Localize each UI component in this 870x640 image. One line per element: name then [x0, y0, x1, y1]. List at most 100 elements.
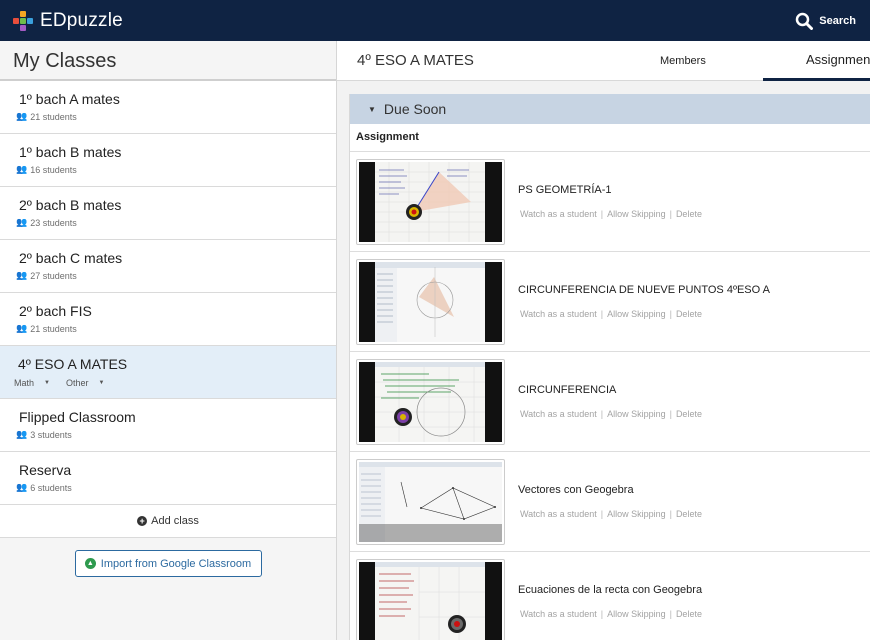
allow-skipping-link[interactable]: Allow Skipping [607, 309, 666, 319]
assignment-title[interactable]: CIRCUNFERENCIA [518, 384, 702, 396]
delete-link[interactable]: Delete [676, 509, 702, 519]
users-icon: 👥 [16, 164, 28, 174]
assignment-row: CIRCUNFERENCIA DE NUEVE PUNTOS 4ºESO A W… [350, 252, 870, 352]
allow-skipping-link[interactable]: Allow Skipping [607, 609, 666, 619]
class-name: 1º bach A mates [19, 91, 120, 107]
watch-as-student-link[interactable]: Watch as a student [520, 509, 597, 519]
plus-circle-icon: + [137, 516, 148, 526]
student-count: 👥 6 students [16, 482, 72, 493]
tab-members[interactable]: Members [660, 41, 706, 81]
search-label: Search [819, 14, 856, 27]
page-title: 4º ESO A MATES [357, 52, 474, 69]
search-icon [795, 12, 814, 30]
import-wrapper: ▲ Import from Google Classroom [0, 538, 336, 577]
class-name: 4º ESO A MATES [18, 356, 128, 372]
allow-skipping-link[interactable]: Allow Skipping [607, 509, 666, 519]
class-item[interactable]: Flipped Classroom 👥 3 students [0, 399, 336, 452]
assignment-info: Vectores con Geogebra Watch as a student… [518, 484, 702, 519]
video-thumbnail[interactable] [356, 158, 505, 245]
video-thumbnail[interactable] [356, 358, 505, 445]
thumbnail-image [359, 261, 502, 342]
assignment-actions: Watch as a student | Allow Skipping | Dele… [520, 209, 702, 219]
delete-link[interactable]: Delete [676, 609, 702, 619]
watch-as-student-link[interactable]: Watch as a student [520, 309, 597, 319]
assignment-title[interactable]: PS GEOMETRÍA-1 [518, 184, 702, 196]
class-tags: Math ▼ Other ▼ [14, 378, 336, 388]
sidebar: My Classes 1º bach A mates 👥 21 students … [0, 41, 337, 640]
add-class-button[interactable]: + Add class [0, 505, 336, 538]
watch-as-student-link[interactable]: Watch as a student [520, 409, 597, 419]
assignment-actions: Watch as a student | Allow Skipping | Dele… [520, 509, 702, 519]
import-label: Import from Google Classroom [100, 557, 252, 570]
thumbnail-image [359, 561, 502, 640]
assignment-title[interactable]: Ecuaciones de la recta con Geogebra [518, 584, 702, 596]
add-class-label: Add class [151, 515, 199, 527]
class-name: 1º bach B mates [19, 144, 122, 160]
class-item[interactable]: 2º bach B mates 👥 23 students [0, 187, 336, 240]
assignment-title[interactable]: CIRCUNFERENCIA DE NUEVE PUNTOS 4ºESO A [518, 284, 770, 296]
class-name: Reserva [19, 462, 72, 478]
search-button[interactable]: Search [795, 12, 856, 30]
student-count: 👥 21 students [16, 323, 77, 334]
users-icon: 👥 [16, 111, 28, 121]
student-count: 👥 3 students [16, 429, 72, 440]
users-icon: 👥 [16, 270, 28, 280]
users-icon: 👥 [16, 482, 28, 492]
class-item-active[interactable]: 4º ESO A MATES Math ▼ Other ▼ [0, 346, 336, 399]
brand[interactable]: EDpuzzle [12, 10, 123, 32]
delete-link[interactable]: Delete [676, 209, 702, 219]
import-google-classroom-button[interactable]: ▲ Import from Google Classroom [74, 550, 262, 577]
due-soon-section-toggle[interactable]: ▼ Due Soon [350, 94, 870, 124]
allow-skipping-link[interactable]: Allow Skipping [607, 209, 666, 219]
users-icon: 👥 [16, 323, 28, 333]
assignment-title[interactable]: Vectores con Geogebra [518, 484, 702, 496]
class-item[interactable]: 1º bach B mates 👥 16 students [0, 134, 336, 187]
assignment-actions: Watch as a student | Allow Skipping | Dele… [520, 309, 702, 319]
assignments-panel: ▼ Due Soon Assignment PS GEOMETRÍA-1 Wat… [349, 94, 870, 640]
column-header: Assignment [350, 124, 870, 152]
video-thumbnail[interactable] [356, 258, 505, 345]
thumbnail-image [359, 161, 502, 242]
class-name: 2º bach C mates [19, 250, 123, 266]
caret-down-icon: ▼ [98, 380, 105, 386]
users-icon: 👥 [16, 429, 28, 439]
class-name: 2º bach B mates [19, 197, 122, 213]
student-count: 👥 21 students [16, 111, 77, 122]
triangle-down-icon: ▼ [368, 104, 376, 114]
caret-down-icon: ▼ [44, 380, 50, 386]
student-count: 👥 16 students [16, 164, 77, 175]
student-count: 👥 27 students [16, 270, 77, 281]
assignment-info: PS GEOMETRÍA-1 Watch as a student | Allow… [518, 184, 702, 219]
section-title: Due Soon [383, 101, 447, 117]
subject-dropdown[interactable]: Math ▼ [14, 378, 50, 388]
delete-link[interactable]: Delete [676, 309, 702, 319]
assignment-row: Ecuaciones de la recta con Geogebra Watc… [350, 552, 870, 640]
watch-as-student-link[interactable]: Watch as a student [520, 609, 597, 619]
main-panel: 4º ESO A MATES Members Assignments ▼ Due… [337, 41, 870, 640]
assignment-info: Ecuaciones de la recta con Geogebra Watc… [518, 584, 702, 619]
thumbnail-image [359, 361, 502, 442]
tab-assignments[interactable]: Assignments [763, 41, 870, 81]
video-thumbnail[interactable] [356, 458, 505, 545]
assignment-actions: Watch as a student | Allow Skipping | Dele… [520, 609, 702, 619]
class-name: Flipped Classroom [19, 409, 136, 425]
video-thumbnail[interactable] [356, 558, 505, 640]
delete-link[interactable]: Delete [676, 409, 702, 419]
edpuzzle-logo-icon [12, 10, 34, 32]
class-item[interactable]: 2º bach C mates 👥 27 students [0, 240, 336, 293]
top-navbar: EDpuzzle Search [0, 0, 870, 41]
grade-dropdown[interactable]: Other ▼ [66, 378, 104, 388]
class-list: 1º bach A mates 👥 21 students 1º bach B m… [0, 81, 336, 505]
assignment-info: CIRCUNFERENCIA DE NUEVE PUNTOS 4ºESO A W… [518, 284, 770, 319]
class-name: 2º bach FIS [19, 303, 92, 319]
class-item[interactable]: 2º bach FIS 👥 21 students [0, 293, 336, 346]
assignment-row: Vectores con Geogebra Watch as a student… [350, 452, 870, 552]
sidebar-title: My Classes [0, 41, 336, 81]
watch-as-student-link[interactable]: Watch as a student [520, 209, 597, 219]
allow-skipping-link[interactable]: Allow Skipping [607, 409, 666, 419]
thumbnail-image [359, 461, 502, 542]
assignment-row: PS GEOMETRÍA-1 Watch as a student | Allow… [350, 152, 870, 252]
class-header: 4º ESO A MATES Members Assignments [337, 41, 870, 81]
class-item[interactable]: Reserva 👥 6 students [0, 452, 336, 505]
class-item[interactable]: 1º bach A mates 👥 21 students [0, 81, 336, 134]
